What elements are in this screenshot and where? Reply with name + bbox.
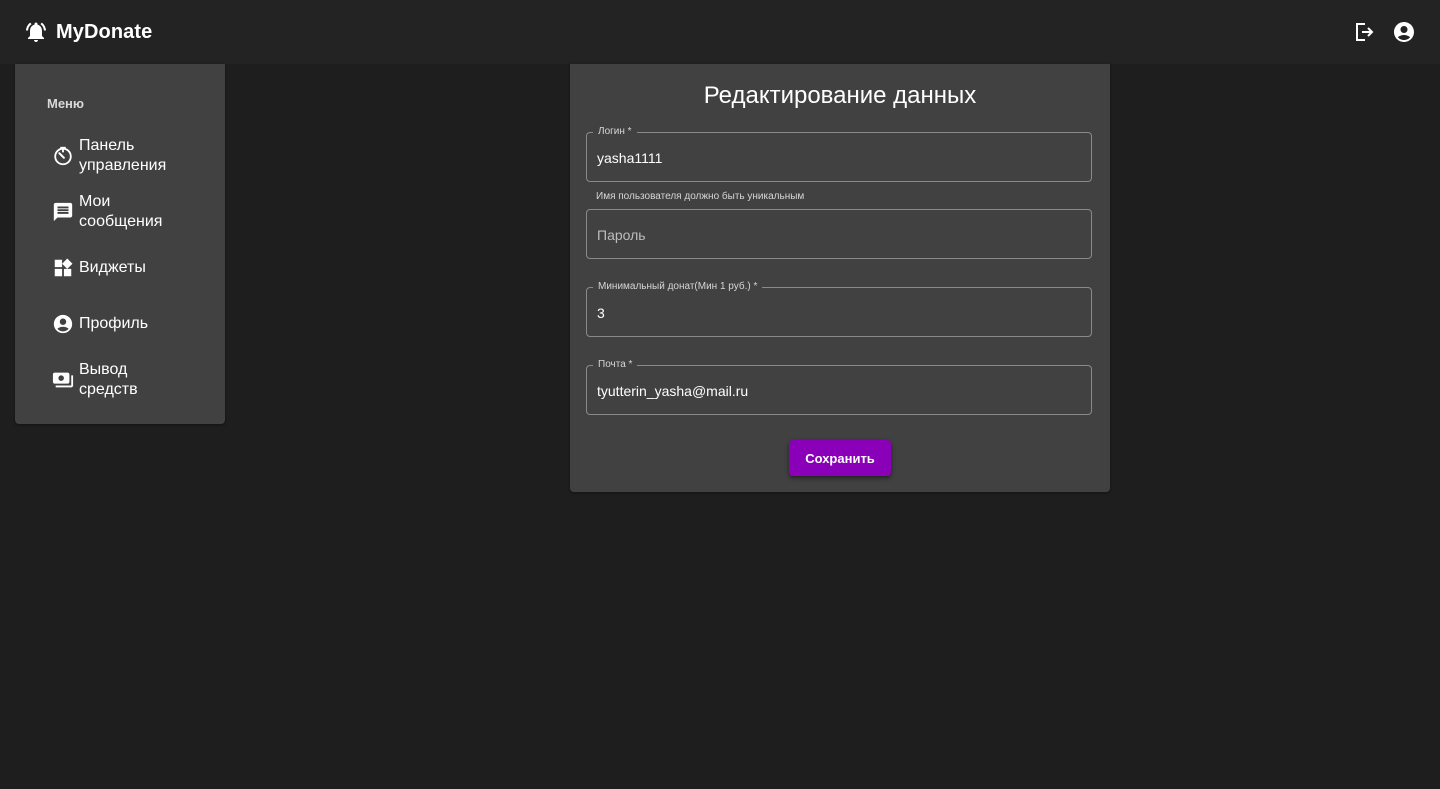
account-circle-icon[interactable] — [1392, 20, 1416, 44]
top-app-bar: MyDonate — [0, 0, 1440, 64]
widgets-icon — [52, 257, 74, 279]
min-donate-field: Минимальный донат(Мин 1 руб.) * — [586, 281, 1092, 337]
top-actions — [1352, 20, 1416, 44]
payments-icon — [52, 369, 74, 391]
min-donate-label: Минимальный донат(Мин 1 руб.) * — [593, 281, 763, 293]
menu-heading: Меню — [47, 96, 85, 111]
sidebar-item-profile[interactable]: Профиль — [52, 300, 212, 348]
sidebar-item-label: Мои сообщения — [79, 193, 163, 230]
sidebar-item-label: Профиль — [79, 315, 149, 332]
login-input[interactable] — [597, 147, 1077, 169]
email-input[interactable] — [597, 380, 1077, 402]
sidebar-item-dashboard[interactable]: Панель управления — [52, 132, 212, 180]
logout-icon[interactable] — [1352, 20, 1376, 44]
dashboard-timer-icon — [52, 145, 74, 167]
save-button[interactable]: Сохранить — [789, 440, 891, 476]
sidebar-item-withdrawal[interactable]: Вывод средств — [52, 356, 212, 404]
sidebar-menu: Меню Панель управления Мои сообщения Вид… — [15, 64, 225, 424]
message-icon — [52, 201, 74, 223]
app-title: MyDonate — [56, 20, 153, 43]
edit-profile-card: Редактирование данных Логин * Имя пользо… — [570, 64, 1110, 492]
login-helper-text: Имя пользователя должно быть уникальным — [596, 191, 805, 202]
sidebar-item-widgets[interactable]: Виджеты — [52, 244, 212, 292]
sidebar-item-messages[interactable]: Мои сообщения — [52, 188, 212, 236]
min-donate-input[interactable] — [597, 302, 1077, 324]
password-field — [586, 209, 1092, 259]
login-field: Логин * — [586, 126, 1092, 182]
page-title: Редактирование данных — [703, 82, 977, 109]
account-circle-icon — [52, 313, 74, 335]
sidebar-item-label: Вывод средств — [79, 361, 138, 398]
login-label: Логин * — [593, 126, 637, 138]
password-input[interactable] — [597, 224, 1077, 246]
sidebar-item-label: Панель управления — [79, 137, 167, 174]
email-label: Почта * — [593, 359, 638, 371]
sidebar-item-label: Виджеты — [79, 259, 146, 276]
brand[interactable]: MyDonate — [24, 20, 152, 44]
email-field: Почта * — [586, 359, 1092, 415]
notification-bell-icon — [24, 20, 48, 44]
